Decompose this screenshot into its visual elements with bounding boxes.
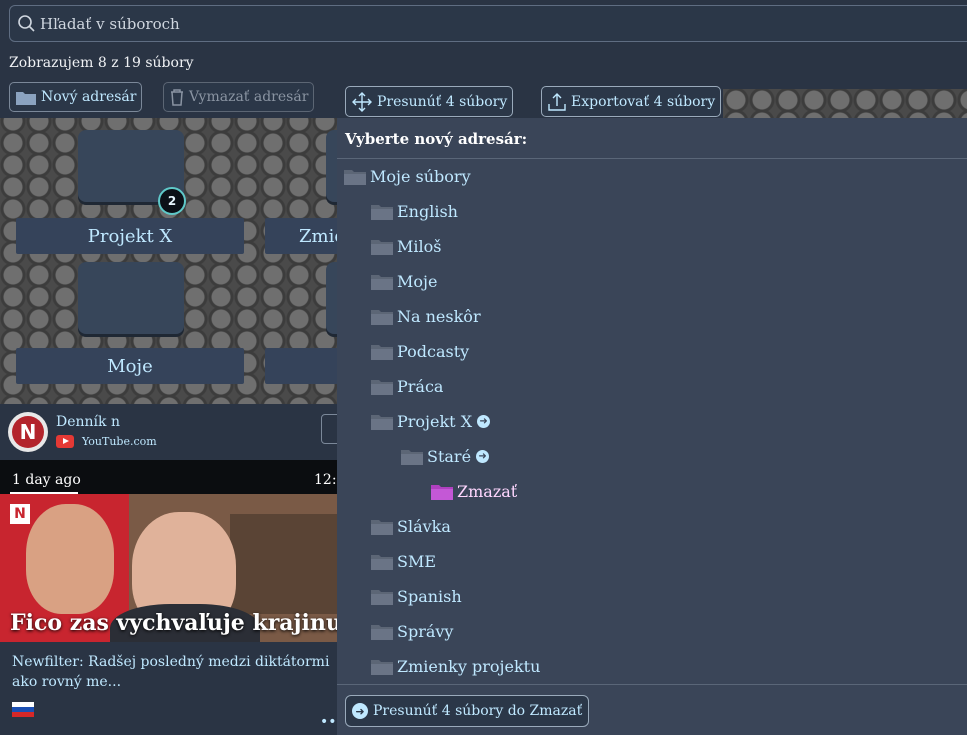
tree-folder-item[interactable]: Spanish <box>370 585 462 607</box>
move-icon <box>352 91 372 112</box>
tree-folder-label: SME <box>397 551 437 571</box>
tree-folder-item[interactable]: English <box>370 200 458 222</box>
expanded-arrow-icon: ➜ <box>476 449 490 463</box>
move-files-button[interactable]: Presunúť 4 súbory <box>345 86 514 117</box>
search-bar[interactable] <box>9 5 967 42</box>
n-logo-icon: N <box>10 504 30 524</box>
search-input[interactable] <box>38 11 942 37</box>
picker-footer: ➜ Presunúť 4 súbory do Zmazať <box>337 684 967 735</box>
tree-folder-item[interactable]: Správy <box>370 620 453 642</box>
count-badge: 2 <box>158 187 186 215</box>
tree-folder-label: Slávka <box>397 516 451 536</box>
time-ago: 1 day ago <box>12 472 81 488</box>
arrow-right-icon: ➜ <box>352 703 368 719</box>
tree-folder-item[interactable]: Podcasty <box>370 340 469 362</box>
folder-icon <box>371 659 393 675</box>
folder-icon <box>371 554 393 570</box>
youtube-icon <box>56 435 74 448</box>
tree-folder-label: Práca <box>397 376 444 396</box>
folder-icon <box>371 309 393 325</box>
tree-folder-item[interactable]: Projekt X ➜ <box>370 410 491 432</box>
delete-folder-button[interactable]: Vymazať adresár <box>163 82 315 112</box>
folder-icon <box>401 449 423 465</box>
tree-folder-label: Moje <box>397 271 438 291</box>
trash-icon <box>171 89 183 106</box>
tree-folder-label: Zmienky projektu <box>397 656 541 676</box>
tree-folder-label: Správy <box>397 621 454 641</box>
tree-folder-item[interactable]: Zmienky projektu <box>370 655 540 677</box>
more-dots-icon[interactable]: •• <box>320 714 337 730</box>
folder-icon <box>371 624 393 640</box>
tree-folder-label: Miloš <box>397 236 442 256</box>
tree-folder-label: Projekt X <box>397 411 473 431</box>
folder-picker: Vyberte nový adresár: Moje súbory English… <box>337 118 967 735</box>
folder-label: Moje <box>16 348 244 384</box>
tree-folder-item[interactable]: Moje <box>370 270 437 292</box>
tree-folder-label: Zmazať <box>457 481 518 501</box>
folder-label <box>265 348 340 384</box>
picker-title: Vyberte nový adresár: <box>345 130 528 148</box>
expanded-arrow-icon: ➜ <box>477 414 491 428</box>
export-files-button[interactable]: Exportovať 4 súbory <box>541 86 722 117</box>
tree-folder-label: Moje súbory <box>370 166 471 186</box>
tree-folder-item[interactable]: Moje súbory <box>343 165 471 187</box>
folder-label: Projekt X <box>16 218 244 254</box>
folder-icon <box>371 414 393 430</box>
folder-icon <box>371 239 393 255</box>
folder-icon <box>371 204 393 220</box>
confirm-move-button[interactable]: ➜ Presunúť 4 súbory do Zmazať <box>345 695 590 727</box>
folder-icon <box>344 169 366 185</box>
folder-icon <box>371 519 393 535</box>
folder-icon <box>371 379 393 395</box>
tree-folder-label: Staré <box>427 446 472 466</box>
tree-folder-item[interactable]: Staré ➜ <box>400 445 490 467</box>
tree-folder-item[interactable]: SME <box>370 550 436 572</box>
new-folder-button[interactable]: Nový adresár <box>9 82 143 112</box>
search-icon <box>18 15 35 32</box>
folder-icon <box>371 274 393 290</box>
channel-name: Denník n <box>56 414 120 430</box>
tree-folder-item[interactable]: Zmazať <box>430 480 517 502</box>
video-thumbnail[interactable]: N Fico zas vychvaľuje krajinu <box>0 494 340 642</box>
video-description[interactable]: Newfilter: Radšej posledný medzi diktáto… <box>12 652 332 692</box>
channel-avatar: N <box>8 412 48 452</box>
channel-source: YouTube.com <box>82 435 157 448</box>
folder-icon <box>371 589 393 605</box>
tree-folder-label: Na neskôr <box>397 306 481 326</box>
video-card[interactable]: N Denník n YouTube.com 1 day ago 12:3 N … <box>0 404 351 734</box>
tree-folder-label: Podcasty <box>397 341 470 361</box>
selection-actions: Presunúť 4 súbory Exportovať 4 súbory <box>337 82 967 118</box>
folder-thumbnail <box>78 262 184 334</box>
thumbnail-headline: Fico zas vychvaľuje krajinu <box>10 610 340 636</box>
tree-folder-item[interactable]: Práca <box>370 375 443 397</box>
tree-folder-item[interactable]: Slávka <box>370 515 451 537</box>
tree-folder-item[interactable]: Miloš <box>370 235 441 257</box>
tree-folder-item[interactable]: Na neskôr <box>370 305 481 327</box>
folder-icon <box>371 344 393 360</box>
folder-icon <box>16 91 36 105</box>
folder-icon <box>431 484 453 500</box>
tree-folder-label: Spanish <box>397 586 462 606</box>
tree-folder-label: English <box>397 201 458 221</box>
folder-label: Zmie <box>265 218 345 254</box>
upload-icon <box>548 92 566 111</box>
result-count: Zobrazujem 8 z 19 súbory <box>9 55 194 71</box>
slovak-flag-icon <box>12 702 34 717</box>
